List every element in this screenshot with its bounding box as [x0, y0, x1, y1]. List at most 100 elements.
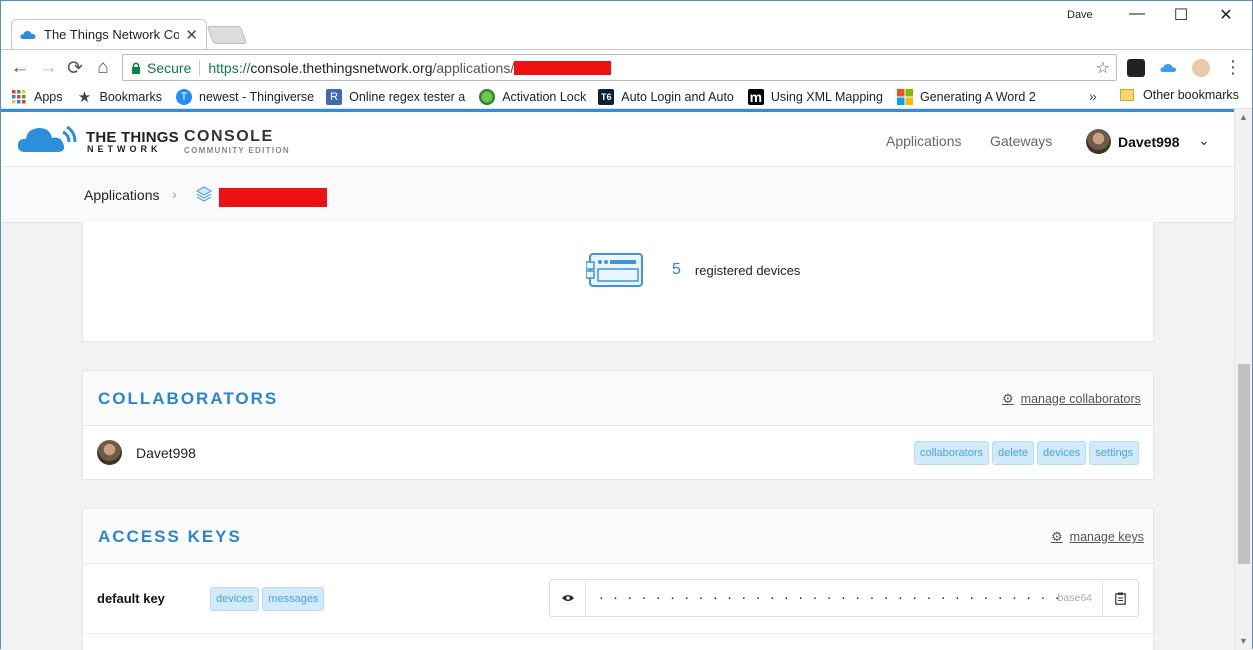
bookmark-thingiverse[interactable]: T newest - Thingiverse	[176, 88, 315, 105]
forward-icon[interactable]: →	[38, 57, 58, 79]
device-count: 5	[672, 261, 681, 278]
cloud-extension-icon[interactable]	[1159, 59, 1177, 77]
bookmark-apps[interactable]: Apps	[11, 89, 63, 105]
eye-icon[interactable]	[550, 580, 586, 616]
masked-key-value[interactable]: · · · · · · · · · · · · · · · · · · · · …	[586, 592, 1058, 605]
title-bar: The Things Network Con ✕ Dave — ☐ ✕	[1, 1, 1252, 49]
bookmark-bookmarks[interactable]: ★ Bookmarks	[77, 88, 163, 106]
lock-icon	[132, 62, 140, 74]
browser-menu-icon[interactable]: ⋮	[1223, 57, 1243, 78]
home-icon[interactable]: ⌂	[93, 57, 113, 79]
folder-icon	[1120, 89, 1134, 101]
devices-card: 5 registered devices	[82, 222, 1154, 342]
right-badge: collaborators	[914, 441, 989, 465]
ttn-logo-icon[interactable]	[17, 122, 79, 156]
user-menu[interactable]: Davet998	[1086, 129, 1180, 154]
collaborators-title: COLLABORATORS	[98, 389, 279, 408]
bookmark-label: newest - Thingiverse	[199, 89, 315, 104]
maximize-button[interactable]: ☐	[1161, 5, 1201, 25]
bookmark-regex[interactable]: R Online regex tester a	[326, 88, 466, 105]
other-bookmarks-label: Other bookmarks	[1143, 88, 1239, 102]
right-badge: settings	[1089, 441, 1140, 465]
bookmark-label: Apps	[34, 89, 63, 104]
bookmark-auto-login[interactable]: T6 Auto Login and Auto	[598, 88, 734, 105]
access-keys-card: ACCESS KEYS ⚙ manage keys default key de…	[82, 508, 1154, 650]
access-key-row: default key devices messages · · · · · ·…	[83, 564, 1153, 634]
scroll-thumb[interactable]	[1238, 364, 1250, 564]
collaborator-user: Davet998	[97, 440, 196, 465]
breadcrumb-applications[interactable]: Applications	[84, 187, 160, 203]
key-encoding-toggle[interactable]: base64	[1058, 592, 1092, 604]
other-bookmarks[interactable]: Other bookmarks	[1120, 88, 1239, 102]
bookmark-label: Bookmarks	[99, 89, 163, 104]
browser-window: The Things Network Con ✕ Dave — ☐ ✕ ← → …	[0, 0, 1253, 650]
ttn-cloud-icon	[20, 30, 36, 39]
apps-grid-icon	[11, 89, 27, 105]
page-scrollbar[interactable]: ▲ ▼	[1234, 109, 1252, 650]
bookmark-activation-lock[interactable]: Activation Lock	[479, 88, 586, 105]
collaborators-header: COLLABORATORS ⚙ manage collaborators	[83, 371, 1153, 426]
right-badge: devices	[1036, 441, 1087, 465]
reload-icon[interactable]: ⟳	[65, 57, 85, 80]
page-content: THE THINGS NETWORK CONSOLE COMMUNITY EDI…	[1, 109, 1234, 650]
tab-title: The Things Network Con	[44, 27, 179, 42]
device-count-label: registered devices	[694, 262, 801, 278]
chevron-down-icon[interactable]: ⌄	[1198, 132, 1210, 149]
key-rights: devices messages	[210, 587, 327, 611]
blackberry-extension-icon[interactable]	[1127, 59, 1145, 77]
scroll-down-icon[interactable]: ▼	[1239, 636, 1248, 646]
minimize-button[interactable]: —	[1117, 5, 1157, 23]
browser-toolbar: ← → ⟳ ⌂ Secure https:// console.thething…	[1, 49, 1252, 85]
star-icon: ★	[77, 88, 92, 106]
ttn-brand-sub: NETWORK	[87, 144, 162, 154]
address-separator	[199, 59, 201, 76]
bookmark-xml-mapping[interactable]: m Using XML Mapping	[747, 88, 883, 105]
bookmark-label: Auto Login and Auto	[621, 89, 734, 104]
bookmark-star-icon[interactable]: ☆	[1096, 58, 1110, 78]
gear-icon: ⚙	[1051, 529, 1063, 544]
key-value-field: · · · · · · · · · · · · · · · · · · · · …	[549, 579, 1139, 617]
windows-icon	[896, 88, 913, 105]
manage-keys-link[interactable]: ⚙ manage keys	[1051, 529, 1144, 545]
person-extension-icon[interactable]	[1192, 59, 1210, 77]
ttn-header: THE THINGS NETWORK CONSOLE COMMUNITY EDI…	[1, 112, 1234, 167]
bookmarks-overflow-icon[interactable]: »	[1089, 88, 1097, 104]
new-tab-button[interactable]	[206, 26, 248, 44]
globe-icon	[479, 88, 496, 105]
clipboard-icon[interactable]	[1102, 580, 1138, 616]
regex-icon: R	[326, 88, 343, 105]
bookmark-word[interactable]: Generating A Word 2	[896, 88, 1036, 105]
close-window-button[interactable]: ✕	[1206, 5, 1246, 25]
access-keys-title: ACCESS KEYS	[98, 527, 242, 546]
console-title: CONSOLE	[184, 128, 274, 145]
access-keys-header: ACCESS KEYS ⚙ manage keys	[83, 509, 1153, 564]
bookmark-label: Online regex tester a	[349, 89, 466, 104]
browser-tab[interactable]: The Things Network Con ✕	[11, 19, 207, 49]
manage-collaborators-link[interactable]: ⚙ manage collaborators	[1002, 391, 1141, 407]
breadcrumb-separator: ›	[172, 186, 177, 202]
bookmark-label: Using XML Mapping	[770, 89, 883, 104]
avatar	[1086, 129, 1111, 154]
back-icon[interactable]: ←	[10, 57, 30, 79]
scroll-up-icon[interactable]: ▲	[1239, 112, 1248, 122]
nav-applications[interactable]: Applications	[886, 133, 962, 149]
breadcrumb: Applications ›	[1, 167, 1234, 223]
right-badge: delete	[991, 441, 1034, 465]
layers-icon	[195, 186, 213, 202]
user-name: Davet998	[1118, 133, 1180, 150]
tab-close-icon[interactable]: ✕	[185, 26, 198, 44]
console-edition: COMMUNITY EDITION	[184, 146, 290, 155]
collaborator-name: Davet998	[136, 444, 196, 461]
profile-name[interactable]: Dave	[1067, 9, 1093, 21]
collaborators-card: COLLABORATORS ⚙ manage collaborators Dav…	[82, 370, 1154, 480]
thingiverse-icon: T	[176, 88, 193, 105]
url-scheme: https://	[208, 59, 251, 76]
nav-gateways[interactable]: Gateways	[990, 133, 1052, 149]
right-badge: messages	[262, 587, 325, 611]
gear-icon: ⚙	[1002, 391, 1014, 406]
url-path: /applications/	[432, 59, 515, 76]
address-bar[interactable]: Secure https:// console.thethingsnetwork…	[122, 54, 1117, 81]
devices-summary[interactable]: 5 registered devices	[586, 252, 800, 288]
collaborator-rights: collaborators delete devices settings	[914, 441, 1142, 465]
redacted-app-id	[514, 60, 612, 75]
